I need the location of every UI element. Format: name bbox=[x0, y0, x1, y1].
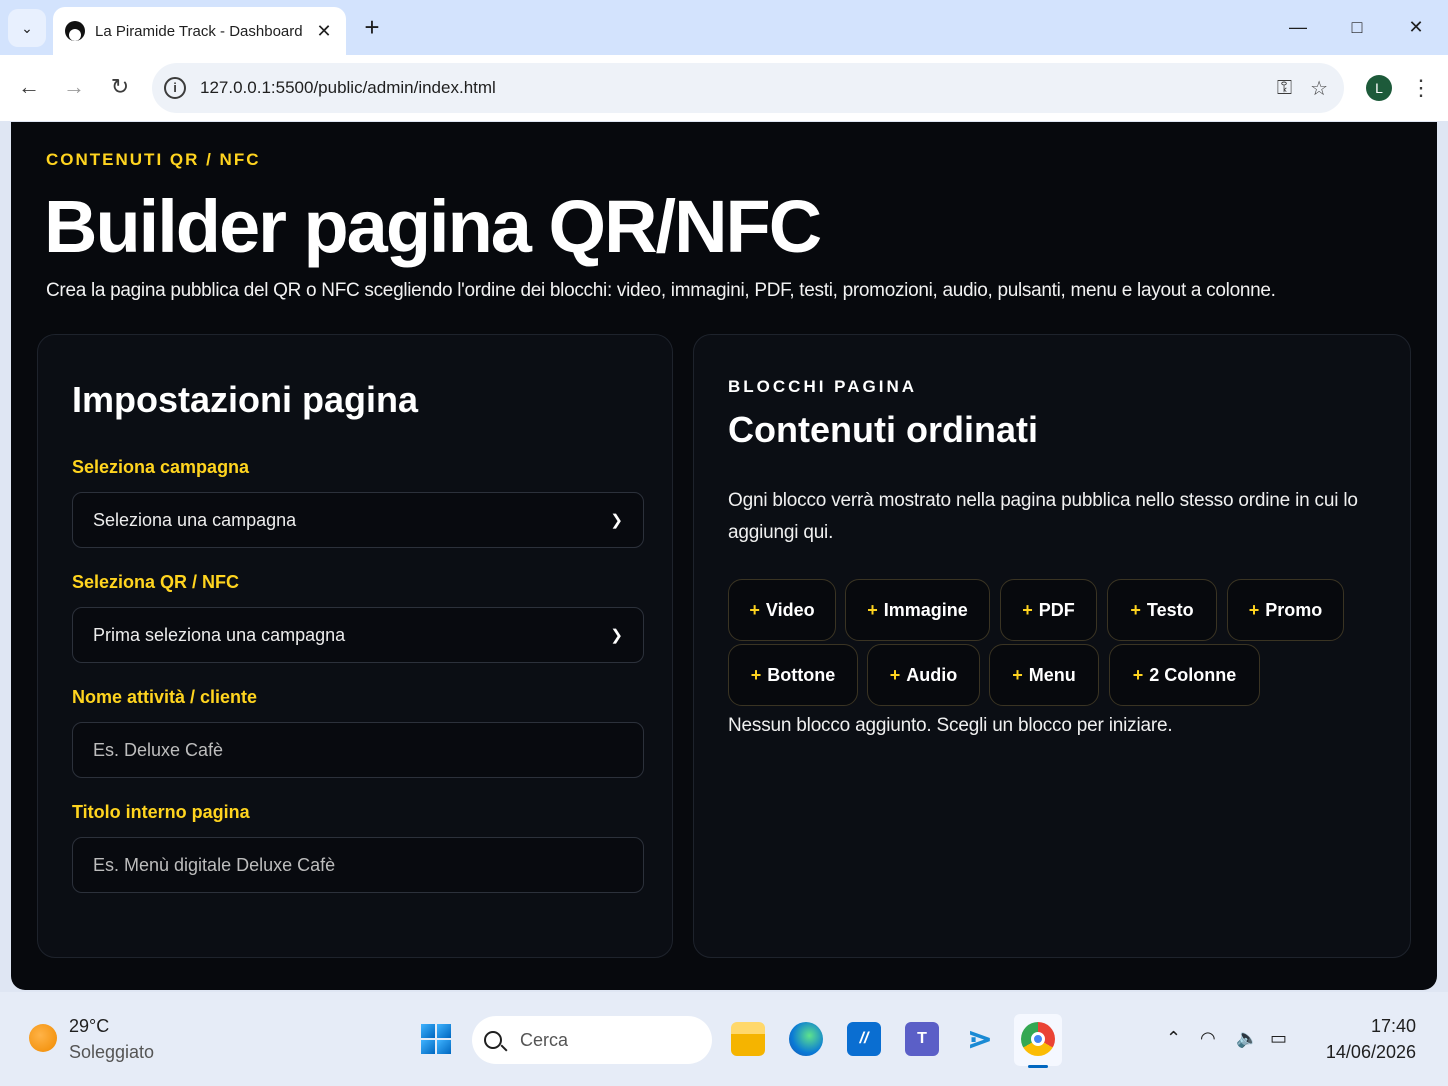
weather-condition[interactable]: Soleggiato bbox=[69, 1042, 154, 1063]
add-two-columns-button[interactable]: +2 Colonne bbox=[1109, 644, 1260, 706]
password-key-icon[interactable]: ⚿ bbox=[1277, 77, 1292, 100]
url-text[interactable]: 127.0.0.1:5500/public/admin/index.html bbox=[200, 78, 1259, 98]
business-name-label: Nome attività / cliente bbox=[72, 687, 258, 707]
search-icon bbox=[484, 1031, 502, 1049]
plus-icon: + bbox=[1022, 599, 1033, 620]
plus-icon: + bbox=[889, 664, 901, 685]
volume-icon[interactable]: 🔈 bbox=[1236, 1028, 1258, 1049]
taskbar-search[interactable]: Cerca bbox=[472, 1016, 712, 1064]
plus-icon: + bbox=[1130, 599, 1141, 620]
back-arrow-icon[interactable]: ← bbox=[12, 69, 46, 105]
favicon-icon bbox=[65, 21, 85, 41]
browser-tab[interactable]: La Piramide Track - Dashboard ✕ bbox=[53, 7, 346, 55]
forward-arrow-icon[interactable]: → bbox=[57, 69, 91, 105]
plus-icon: + bbox=[1012, 664, 1023, 685]
add-promo-button[interactable]: + Promo bbox=[1227, 579, 1344, 641]
campaign-label: Seleziona campagna bbox=[72, 457, 250, 477]
wifi-icon[interactable]: ◠ bbox=[1200, 1028, 1216, 1049]
window-close-icon[interactable]: ✕ bbox=[1399, 10, 1433, 44]
business-name-input[interactable]: Es. Deluxe Cafè bbox=[72, 722, 644, 778]
add-image-button[interactable]: + Immagine bbox=[845, 579, 990, 641]
plus-icon: + bbox=[749, 599, 760, 620]
battery-icon[interactable]: ▭ bbox=[1270, 1028, 1287, 1049]
vscode-icon[interactable]: ⋗ bbox=[963, 1022, 997, 1056]
browser-menu-icon[interactable]: ⋮ bbox=[1410, 73, 1432, 103]
dashboard-page: CONTENUTI QR / NFC Builder pagina QR/NFC… bbox=[11, 122, 1437, 990]
dev-tool-app-icon[interactable]: // bbox=[847, 1022, 881, 1056]
plus-icon: + bbox=[1248, 599, 1260, 620]
clock-time[interactable]: 17:40 bbox=[1360, 1016, 1416, 1037]
blocks-description: Ogni blocco verrà mostrato nella pagina … bbox=[728, 490, 1358, 543]
add-pdf-button[interactable]: + PDF bbox=[1000, 579, 1097, 641]
bookmark-star-icon[interactable]: ☆ bbox=[1310, 76, 1328, 101]
profile-avatar[interactable]: L bbox=[1366, 75, 1392, 101]
tab-title: La Piramide Track - Dashboard bbox=[95, 22, 303, 40]
active-app-indicator bbox=[1028, 1065, 1048, 1068]
tab-search-chevron-icon[interactable]: ⌄ bbox=[8, 9, 46, 47]
clock-date[interactable]: 14/06/2026 bbox=[1320, 1042, 1416, 1063]
blocks-eyebrow: BLOCCHI PAGINA bbox=[728, 377, 918, 396]
internal-page-title-label: Titolo interno pagina bbox=[72, 802, 250, 822]
chrome-icon[interactable] bbox=[1021, 1022, 1055, 1056]
add-button-block-button[interactable]: + Bottone bbox=[728, 644, 858, 706]
empty-blocks-message: Nessun blocco aggiunto. Scegli un blocco… bbox=[728, 715, 1173, 736]
page-description: Crea la pagina pubblica del QR o NFC sce… bbox=[46, 280, 1276, 301]
blocks-heading: Contenuti ordinati bbox=[728, 409, 1038, 450]
add-video-button[interactable]: + Video bbox=[728, 579, 836, 641]
minimize-icon[interactable]: — bbox=[1281, 10, 1315, 44]
qr-nfc-label: Seleziona QR / NFC bbox=[72, 572, 240, 592]
chevron-down-icon: ❯ bbox=[610, 627, 623, 644]
campaign-select[interactable]: Seleziona una campagna ❯ bbox=[72, 492, 644, 548]
reload-icon[interactable]: ↻ bbox=[103, 69, 137, 105]
browser-toolbar: ← → ↻ i 127.0.0.1:5500/public/admin/inde… bbox=[0, 55, 1448, 121]
plus-icon: + bbox=[867, 599, 878, 620]
maximize-icon[interactable]: □ bbox=[1340, 10, 1374, 44]
plus-icon: + bbox=[750, 664, 762, 685]
settings-heading: Impostazioni pagina bbox=[72, 379, 419, 420]
qr-nfc-select-value: Prima seleziona una campagna bbox=[93, 624, 346, 645]
internal-page-title-input[interactable]: Es. Menù digitale Deluxe Cafè bbox=[72, 837, 644, 893]
add-text-button[interactable]: + Testo bbox=[1107, 579, 1217, 641]
add-audio-button[interactable]: + Audio bbox=[867, 644, 980, 706]
address-bar[interactable]: i 127.0.0.1:5500/public/admin/index.html… bbox=[152, 63, 1344, 113]
plus-icon: + bbox=[1132, 664, 1144, 685]
campaign-select-value: Seleziona una campagna bbox=[93, 509, 297, 530]
qr-nfc-select[interactable]: Prima seleziona una campagna ❯ bbox=[72, 607, 644, 663]
page-eyebrow: CONTENUTI QR / NFC bbox=[46, 150, 261, 169]
internal-page-title-placeholder: Es. Menù digitale Deluxe Cafè bbox=[93, 854, 336, 875]
taskbar-search-placeholder: Cerca bbox=[520, 1029, 569, 1050]
chevron-down-icon: ❯ bbox=[610, 512, 623, 529]
site-info-icon[interactable]: i bbox=[164, 77, 186, 99]
page-blocks-card: BLOCCHI PAGINA Contenuti ordinati Ogni b… bbox=[693, 334, 1411, 958]
new-tab-plus-icon[interactable]: + bbox=[358, 12, 386, 42]
tray-chevron-up-icon[interactable]: ⌃ bbox=[1166, 1028, 1181, 1049]
sun-weather-icon[interactable] bbox=[29, 1024, 57, 1052]
tab-close-icon[interactable]: ✕ bbox=[314, 21, 334, 42]
file-explorer-icon[interactable] bbox=[731, 1022, 765, 1056]
windows-start-icon[interactable] bbox=[421, 1024, 451, 1054]
teams-icon[interactable]: T bbox=[905, 1022, 939, 1056]
browser-tab-bar: ⌄ La Piramide Track - Dashboard ✕ + — □ … bbox=[0, 0, 1448, 55]
weather-temperature[interactable]: 29°C bbox=[69, 1016, 109, 1037]
page-title: Builder pagina QR/NFC bbox=[44, 185, 822, 268]
add-menu-button[interactable]: + Menu bbox=[989, 644, 1099, 706]
edge-browser-icon[interactable] bbox=[789, 1022, 823, 1056]
business-name-placeholder: Es. Deluxe Cafè bbox=[93, 739, 224, 760]
taskbar bbox=[0, 992, 1448, 1086]
page-settings-card: Impostazioni pagina Seleziona campagna S… bbox=[37, 334, 673, 958]
